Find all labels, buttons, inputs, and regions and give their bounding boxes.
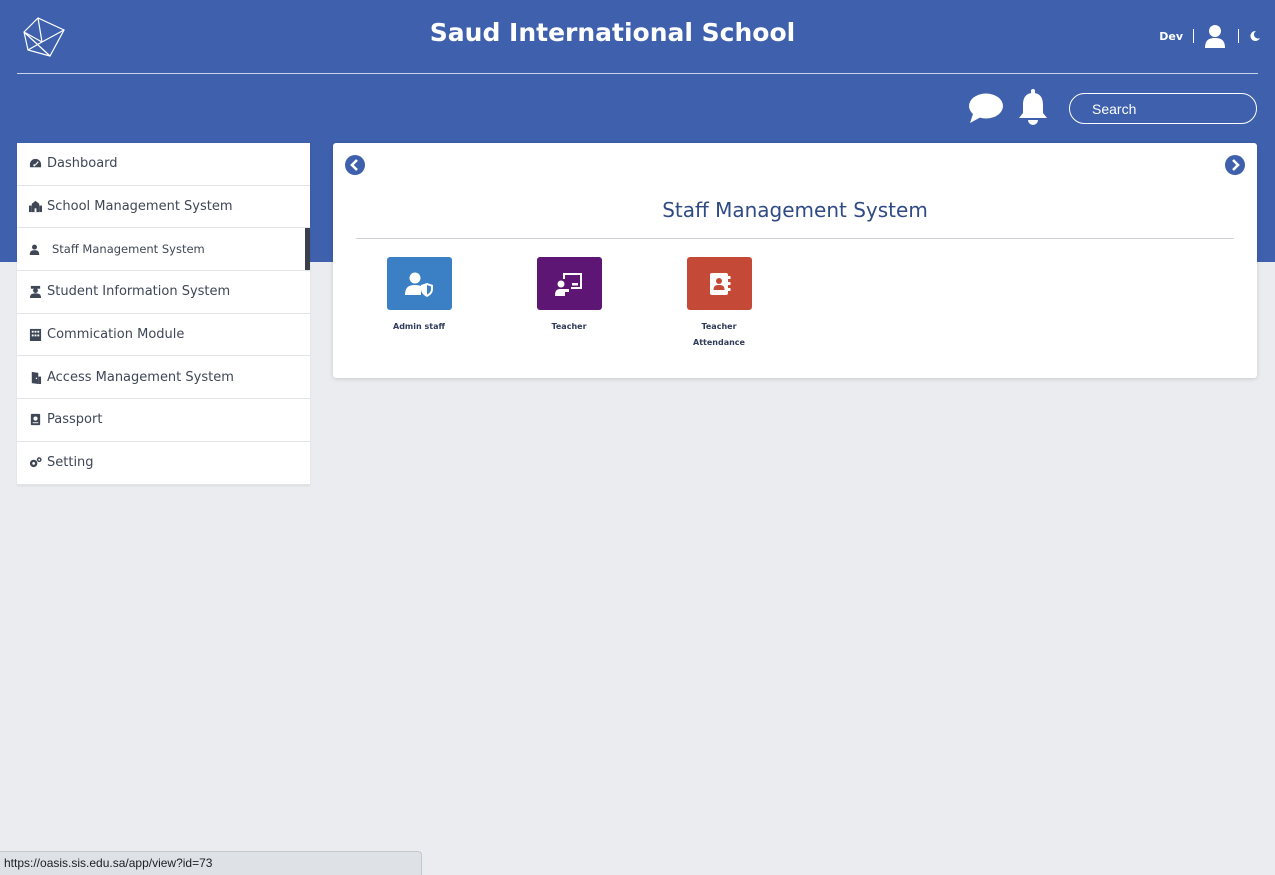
address-book-icon (710, 272, 731, 295)
sidebar-item-dashboard[interactable]: Dashboard (17, 143, 310, 186)
module-tile[interactable] (686, 257, 752, 310)
module-admin-staff[interactable]: Admin staff (379, 257, 459, 335)
module-label: Teacher (551, 322, 587, 331)
chalkboard-teacher-icon (555, 272, 582, 296)
module-label: Admin staff (393, 322, 445, 331)
sidebar-item-label: Dashboard (47, 156, 118, 172)
bell-icon[interactable] (1017, 89, 1049, 125)
main-card: Staff Management System Admin staff Teac… (333, 143, 1257, 378)
sidebar-item-setting[interactable]: Setting (17, 442, 310, 485)
door-icon (31, 371, 42, 384)
tachometer-icon (29, 159, 42, 168)
module-label: Teacher Attendance (679, 319, 759, 351)
sidebar-item-label: Passport (47, 412, 103, 428)
sidebar-item-label: Setting (47, 455, 94, 471)
sidebar: Dashboard School Management System Staff… (17, 143, 310, 485)
user-name[interactable]: Dev (1159, 30, 1183, 43)
app-title: Saud International School (429, 18, 796, 47)
graduate-icon (29, 286, 42, 299)
passport-icon (30, 414, 41, 426)
sidebar-item-passport[interactable]: Passport (17, 399, 310, 442)
module-teacher-attendance[interactable]: Teacher Attendance (679, 257, 759, 351)
user-tie-icon (29, 244, 40, 255)
user-area: Dev (1159, 24, 1261, 48)
chevron-left-icon[interactable] (345, 155, 365, 175)
gears-icon (29, 457, 42, 468)
school-icon (29, 200, 42, 213)
separator (1193, 29, 1194, 43)
sidebar-item-student-information[interactable]: Student Information System (17, 271, 310, 314)
module-teacher[interactable]: Teacher (529, 257, 609, 335)
sidebar-item-label: Access Management System (47, 369, 234, 385)
user-icon[interactable] (1204, 24, 1226, 48)
module-tile[interactable] (386, 257, 452, 310)
user-shield-icon (405, 272, 433, 297)
title-divider (356, 238, 1234, 239)
sidebar-item-communication-module[interactable]: Commication Module (17, 314, 310, 357)
sidebar-item-staff-management[interactable]: Staff Management System (17, 228, 310, 272)
status-bar-url: https://oasis.sis.edu.sa/app/view?id=73 (0, 851, 422, 875)
sidebar-item-access-management[interactable]: Access Management System (17, 356, 310, 400)
module-label-line: Attendance (693, 338, 745, 347)
header-divider (17, 73, 1258, 74)
search-input[interactable] (1069, 93, 1257, 124)
module-tile[interactable] (536, 257, 602, 310)
chat-icon[interactable] (968, 92, 1004, 124)
building-icon (29, 329, 42, 342)
separator (1238, 29, 1239, 43)
sidebar-item-label: Student Information System (47, 284, 231, 300)
chevron-right-icon[interactable] (1225, 155, 1245, 175)
moon-icon[interactable] (1249, 30, 1261, 42)
sidebar-item-label: Staff Management System (52, 242, 205, 257)
sidebar-item-label: School Management System (47, 199, 233, 215)
sidebar-item-label: Commication Module (47, 327, 185, 343)
page-title: Staff Management System (662, 198, 928, 222)
module-label-line: Teacher (701, 322, 737, 331)
sidebar-item-school-management[interactable]: School Management System (17, 186, 310, 229)
